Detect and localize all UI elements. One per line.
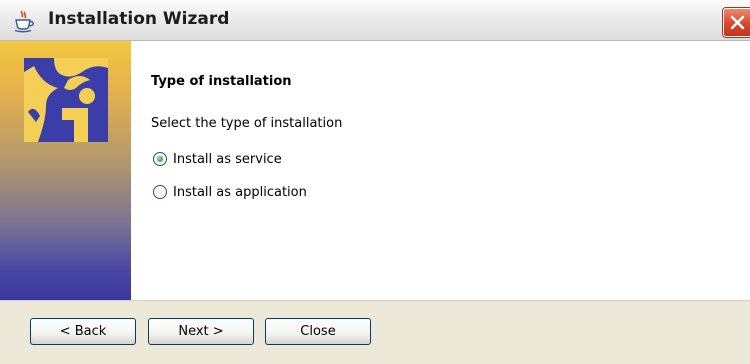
close-icon — [730, 15, 745, 30]
install-as-application-label[interactable]: Install as application — [173, 185, 307, 200]
button-bar: < Back Next > Close — [0, 300, 750, 364]
page-heading: Type of installation — [151, 74, 292, 89]
window-title: Installation Wizard — [48, 9, 230, 29]
install-as-application-option[interactable]: Install as application — [153, 182, 307, 202]
java-cup-icon — [14, 10, 34, 33]
back-button[interactable]: < Back — [30, 318, 136, 345]
install-as-service-label[interactable]: Install as service — [173, 152, 282, 167]
side-image-panel — [0, 41, 131, 300]
radio-button-selected[interactable] — [153, 152, 167, 166]
install-as-service-option[interactable]: Install as service — [153, 149, 282, 169]
content-area: Type of installation Select the type of … — [131, 41, 750, 300]
close-dialog-button[interactable]: Close — [265, 318, 371, 345]
info-logo — [24, 58, 108, 142]
close-button[interactable] — [723, 8, 750, 37]
radio-button-unselected[interactable] — [153, 185, 167, 199]
installation-wizard-window: Installation Wizard Type of installation… — [0, 0, 750, 364]
title-bar[interactable]: Installation Wizard — [0, 0, 750, 41]
next-button[interactable]: Next > — [148, 318, 254, 345]
instruction-text: Select the type of installation — [151, 116, 343, 131]
